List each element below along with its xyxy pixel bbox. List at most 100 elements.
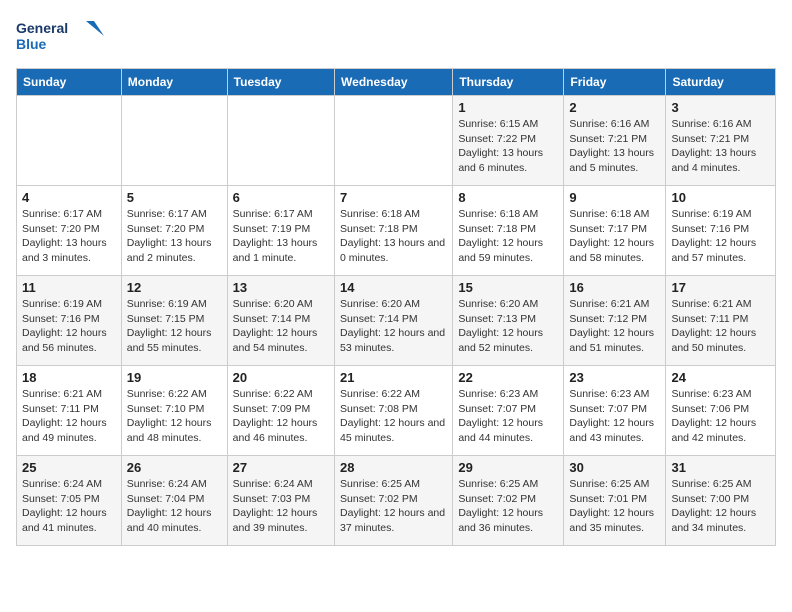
day-detail: Sunrise: 6:19 AMSunset: 7:15 PMDaylight:… <box>127 297 222 356</box>
weekday-header-saturday: Saturday <box>666 69 776 96</box>
day-detail: Sunrise: 6:21 AMSunset: 7:11 PMDaylight:… <box>22 387 116 446</box>
day-detail: Sunrise: 6:25 AMSunset: 7:00 PMDaylight:… <box>671 477 770 536</box>
calendar-cell: 5Sunrise: 6:17 AMSunset: 7:20 PMDaylight… <box>121 186 227 276</box>
calendar-cell: 27 Sunrise: 6:24 AMSunset: 7:03 PMDayligh… <box>227 456 334 546</box>
calendar-cell <box>227 96 334 186</box>
page-header: GeneralBlue <box>16 16 776 56</box>
day-number: 21 <box>340 370 447 385</box>
day-detail: Sunrise: 6:22 AMSunset: 7:08 PMDaylight:… <box>340 387 447 446</box>
day-detail: Sunrise: 6:16 AMSunset: 7:21 PMDaylight:… <box>671 117 770 176</box>
day-detail: Sunrise: 6:20 AMSunset: 7:14 PMDaylight:… <box>340 297 447 356</box>
logo: GeneralBlue <box>16 16 106 56</box>
calendar-cell: 1 Sunrise: 6:15 AMSunset: 7:22 PMDaylight… <box>453 96 564 186</box>
day-detail: Sunrise: 6:19 AMSunset: 7:16 PMDaylight:… <box>671 207 770 266</box>
day-number: 1 <box>458 100 558 115</box>
day-detail: Sunrise: 6:16 AMSunset: 7:21 PMDaylight:… <box>569 117 660 176</box>
day-detail: Sunrise: 6:18 AMSunset: 7:18 PMDaylight:… <box>340 207 447 266</box>
week-row-5: 25 Sunrise: 6:24 AMSunset: 7:05 PMDayligh… <box>17 456 776 546</box>
calendar-cell: 4 Sunrise: 6:17 AMSunset: 7:20 PMDaylight… <box>17 186 122 276</box>
day-number: 11 <box>22 280 116 295</box>
week-row-3: 11Sunrise: 6:19 AMSunset: 7:16 PMDayligh… <box>17 276 776 366</box>
day-number: 30 <box>569 460 660 475</box>
day-number: 12 <box>127 280 222 295</box>
day-detail: Sunrise: 6:15 AMSunset: 7:22 PMDaylight:… <box>458 117 558 176</box>
calendar-cell <box>121 96 227 186</box>
day-number: 25 <box>22 460 116 475</box>
calendar-cell <box>335 96 453 186</box>
day-detail: Sunrise: 6:22 AMSunset: 7:10 PMDaylight:… <box>127 387 222 446</box>
day-number: 18 <box>22 370 116 385</box>
day-number: 27 <box>233 460 329 475</box>
svg-text:Blue: Blue <box>16 36 47 52</box>
day-detail: Sunrise: 6:17 AMSunset: 7:20 PMDaylight:… <box>127 207 222 266</box>
day-detail: Sunrise: 6:24 AMSunset: 7:04 PMDaylight:… <box>127 477 222 536</box>
calendar-cell: 26 Sunrise: 6:24 AMSunset: 7:04 PMDayligh… <box>121 456 227 546</box>
day-detail: Sunrise: 6:21 AMSunset: 7:12 PMDaylight:… <box>569 297 660 356</box>
day-number: 2 <box>569 100 660 115</box>
calendar-cell: 9Sunrise: 6:18 AMSunset: 7:17 PMDaylight… <box>564 186 666 276</box>
day-number: 14 <box>340 280 447 295</box>
calendar-cell: 21 Sunrise: 6:22 AMSunset: 7:08 PMDayligh… <box>335 366 453 456</box>
day-number: 16 <box>569 280 660 295</box>
calendar-cell: 17 Sunrise: 6:21 AMSunset: 7:11 PMDayligh… <box>666 276 776 366</box>
calendar-cell: 28 Sunrise: 6:25 AMSunset: 7:02 PMDayligh… <box>335 456 453 546</box>
day-number: 22 <box>458 370 558 385</box>
logo-svg: GeneralBlue <box>16 16 106 56</box>
weekday-header-wednesday: Wednesday <box>335 69 453 96</box>
day-detail: Sunrise: 6:17 AMSunset: 7:19 PMDaylight:… <box>233 207 329 266</box>
calendar-cell: 10 Sunrise: 6:19 AMSunset: 7:16 PMDayligh… <box>666 186 776 276</box>
calendar-cell: 25 Sunrise: 6:24 AMSunset: 7:05 PMDayligh… <box>17 456 122 546</box>
day-number: 23 <box>569 370 660 385</box>
weekday-header-thursday: Thursday <box>453 69 564 96</box>
day-detail: Sunrise: 6:21 AMSunset: 7:11 PMDaylight:… <box>671 297 770 356</box>
calendar-cell: 19Sunrise: 6:22 AMSunset: 7:10 PMDayligh… <box>121 366 227 456</box>
day-number: 24 <box>671 370 770 385</box>
day-detail: Sunrise: 6:20 AMSunset: 7:14 PMDaylight:… <box>233 297 329 356</box>
weekday-header-friday: Friday <box>564 69 666 96</box>
calendar-cell: 30Sunrise: 6:25 AMSunset: 7:01 PMDayligh… <box>564 456 666 546</box>
day-number: 17 <box>671 280 770 295</box>
day-number: 29 <box>458 460 558 475</box>
day-detail: Sunrise: 6:24 AMSunset: 7:05 PMDaylight:… <box>22 477 116 536</box>
day-number: 13 <box>233 280 329 295</box>
calendar-cell: 13 Sunrise: 6:20 AMSunset: 7:14 PMDayligh… <box>227 276 334 366</box>
day-number: 28 <box>340 460 447 475</box>
day-detail: Sunrise: 6:25 AMSunset: 7:02 PMDaylight:… <box>458 477 558 536</box>
calendar-cell: 16 Sunrise: 6:21 AMSunset: 7:12 PMDayligh… <box>564 276 666 366</box>
calendar-body: 1 Sunrise: 6:15 AMSunset: 7:22 PMDaylight… <box>17 96 776 546</box>
calendar-cell: 24 Sunrise: 6:23 AMSunset: 7:06 PMDayligh… <box>666 366 776 456</box>
day-number: 3 <box>671 100 770 115</box>
calendar-cell: 14 Sunrise: 6:20 AMSunset: 7:14 PMDayligh… <box>335 276 453 366</box>
calendar-cell: 11Sunrise: 6:19 AMSunset: 7:16 PMDayligh… <box>17 276 122 366</box>
weekday-header-sunday: Sunday <box>17 69 122 96</box>
svg-text:General: General <box>16 20 68 36</box>
calendar-cell: 12 Sunrise: 6:19 AMSunset: 7:15 PMDayligh… <box>121 276 227 366</box>
day-number: 10 <box>671 190 770 205</box>
day-number: 7 <box>340 190 447 205</box>
day-number: 31 <box>671 460 770 475</box>
calendar-cell: 3 Sunrise: 6:16 AMSunset: 7:21 PMDaylight… <box>666 96 776 186</box>
weekday-header-tuesday: Tuesday <box>227 69 334 96</box>
calendar-cell: 31 Sunrise: 6:25 AMSunset: 7:00 PMDayligh… <box>666 456 776 546</box>
week-row-4: 18 Sunrise: 6:21 AMSunset: 7:11 PMDayligh… <box>17 366 776 456</box>
day-number: 8 <box>458 190 558 205</box>
week-row-2: 4 Sunrise: 6:17 AMSunset: 7:20 PMDaylight… <box>17 186 776 276</box>
calendar-cell: 6Sunrise: 6:17 AMSunset: 7:19 PMDaylight… <box>227 186 334 276</box>
day-number: 26 <box>127 460 222 475</box>
calendar-cell: 23 Sunrise: 6:23 AMSunset: 7:07 PMDayligh… <box>564 366 666 456</box>
calendar-table: SundayMondayTuesdayWednesdayThursdayFrid… <box>16 68 776 546</box>
day-detail: Sunrise: 6:24 AMSunset: 7:03 PMDaylight:… <box>233 477 329 536</box>
day-detail: Sunrise: 6:23 AMSunset: 7:07 PMDaylight:… <box>569 387 660 446</box>
calendar-cell: 29 Sunrise: 6:25 AMSunset: 7:02 PMDayligh… <box>453 456 564 546</box>
day-number: 4 <box>22 190 116 205</box>
week-row-1: 1 Sunrise: 6:15 AMSunset: 7:22 PMDaylight… <box>17 96 776 186</box>
day-detail: Sunrise: 6:20 AMSunset: 7:13 PMDaylight:… <box>458 297 558 356</box>
day-detail: Sunrise: 6:22 AMSunset: 7:09 PMDaylight:… <box>233 387 329 446</box>
calendar-cell: 7 Sunrise: 6:18 AMSunset: 7:18 PMDaylight… <box>335 186 453 276</box>
day-detail: Sunrise: 6:23 AMSunset: 7:06 PMDaylight:… <box>671 387 770 446</box>
calendar-cell: 15Sunrise: 6:20 AMSunset: 7:13 PMDayligh… <box>453 276 564 366</box>
day-detail: Sunrise: 6:25 AMSunset: 7:02 PMDaylight:… <box>340 477 447 536</box>
weekday-header-row: SundayMondayTuesdayWednesdayThursdayFrid… <box>17 69 776 96</box>
day-detail: Sunrise: 6:17 AMSunset: 7:20 PMDaylight:… <box>22 207 116 266</box>
calendar-cell <box>17 96 122 186</box>
